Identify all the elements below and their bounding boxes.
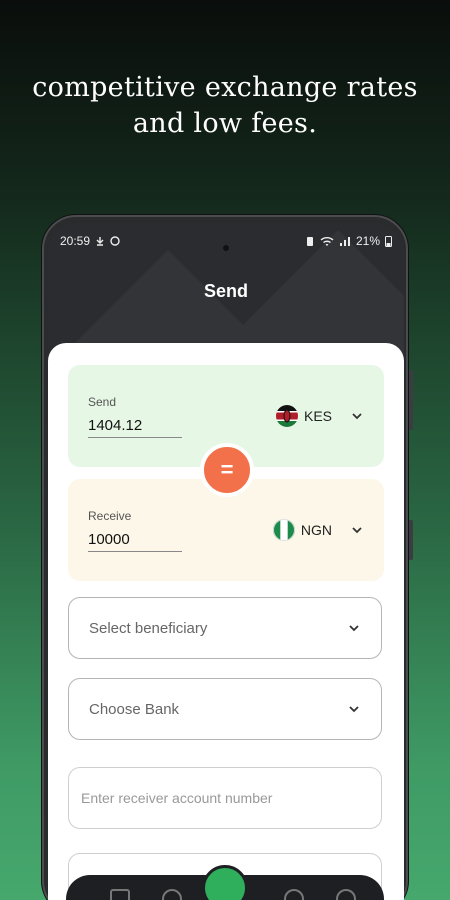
chevron-down-icon [349, 706, 359, 713]
battery-icon [385, 236, 392, 247]
bottom-navigation [66, 865, 384, 900]
phone-volume-button [408, 370, 413, 430]
swap-button[interactable]: = [200, 443, 254, 497]
phone-screen: 20:59 21% Send Send 1404.12 KES Receive … [48, 223, 404, 900]
phone-power-button [408, 520, 413, 560]
history-nav-icon[interactable] [162, 889, 182, 900]
beneficiary-placeholder: Select beneficiary [89, 619, 208, 637]
profile-nav-icon[interactable] [336, 889, 356, 900]
headline-line-2: and low fees. [132, 108, 318, 139]
wallet-nav-icon[interactable] [284, 889, 304, 900]
alarm-icon [306, 237, 313, 246]
send-currency-code: KES [303, 408, 332, 424]
download-icon [96, 237, 104, 246]
beneficiary-select[interactable]: Select beneficiary [68, 597, 382, 659]
chevron-down-icon [352, 413, 362, 420]
status-time: 20:59 [60, 234, 91, 248]
send-currency-selector[interactable]: KES [275, 405, 364, 427]
front-camera [223, 245, 229, 251]
receive-label: Receive [88, 509, 132, 523]
kenya-flag-icon [275, 405, 298, 427]
home-nav-icon[interactable] [110, 889, 130, 900]
account-number-placeholder: Enter receiver account number [81, 790, 273, 806]
send-label: Send [88, 395, 117, 409]
nigeria-flag-icon [272, 519, 295, 541]
signal-icon [339, 236, 350, 246]
account-number-input[interactable]: Enter receiver account number [68, 767, 382, 829]
promo-headline: competitive exchange rates and low fees. [0, 70, 450, 142]
page-title: Send [203, 281, 248, 301]
send-form-sheet: Send 1404.12 KES Receive 10000 NGN = Sel… [48, 343, 404, 900]
receive-amount-input[interactable]: 10000 [88, 531, 182, 552]
headline-line-1: competitive exchange rates [32, 72, 418, 103]
phone-frame: 20:59 21% Send Send 1404.12 KES Receive … [42, 215, 408, 900]
notification-icon [110, 236, 120, 246]
chevron-down-icon [352, 527, 362, 534]
status-bar: 20:59 21% [48, 231, 404, 251]
wifi-icon [320, 236, 334, 246]
bank-select[interactable]: Choose Bank [68, 678, 382, 740]
chevron-down-icon [349, 625, 359, 632]
send-amount-input[interactable]: 1404.12 [88, 417, 182, 438]
receive-currency-selector[interactable]: NGN [272, 519, 364, 541]
bank-placeholder: Choose Bank [89, 700, 180, 718]
battery-percent: 21% [355, 234, 380, 248]
receive-currency-code: NGN [300, 522, 332, 538]
